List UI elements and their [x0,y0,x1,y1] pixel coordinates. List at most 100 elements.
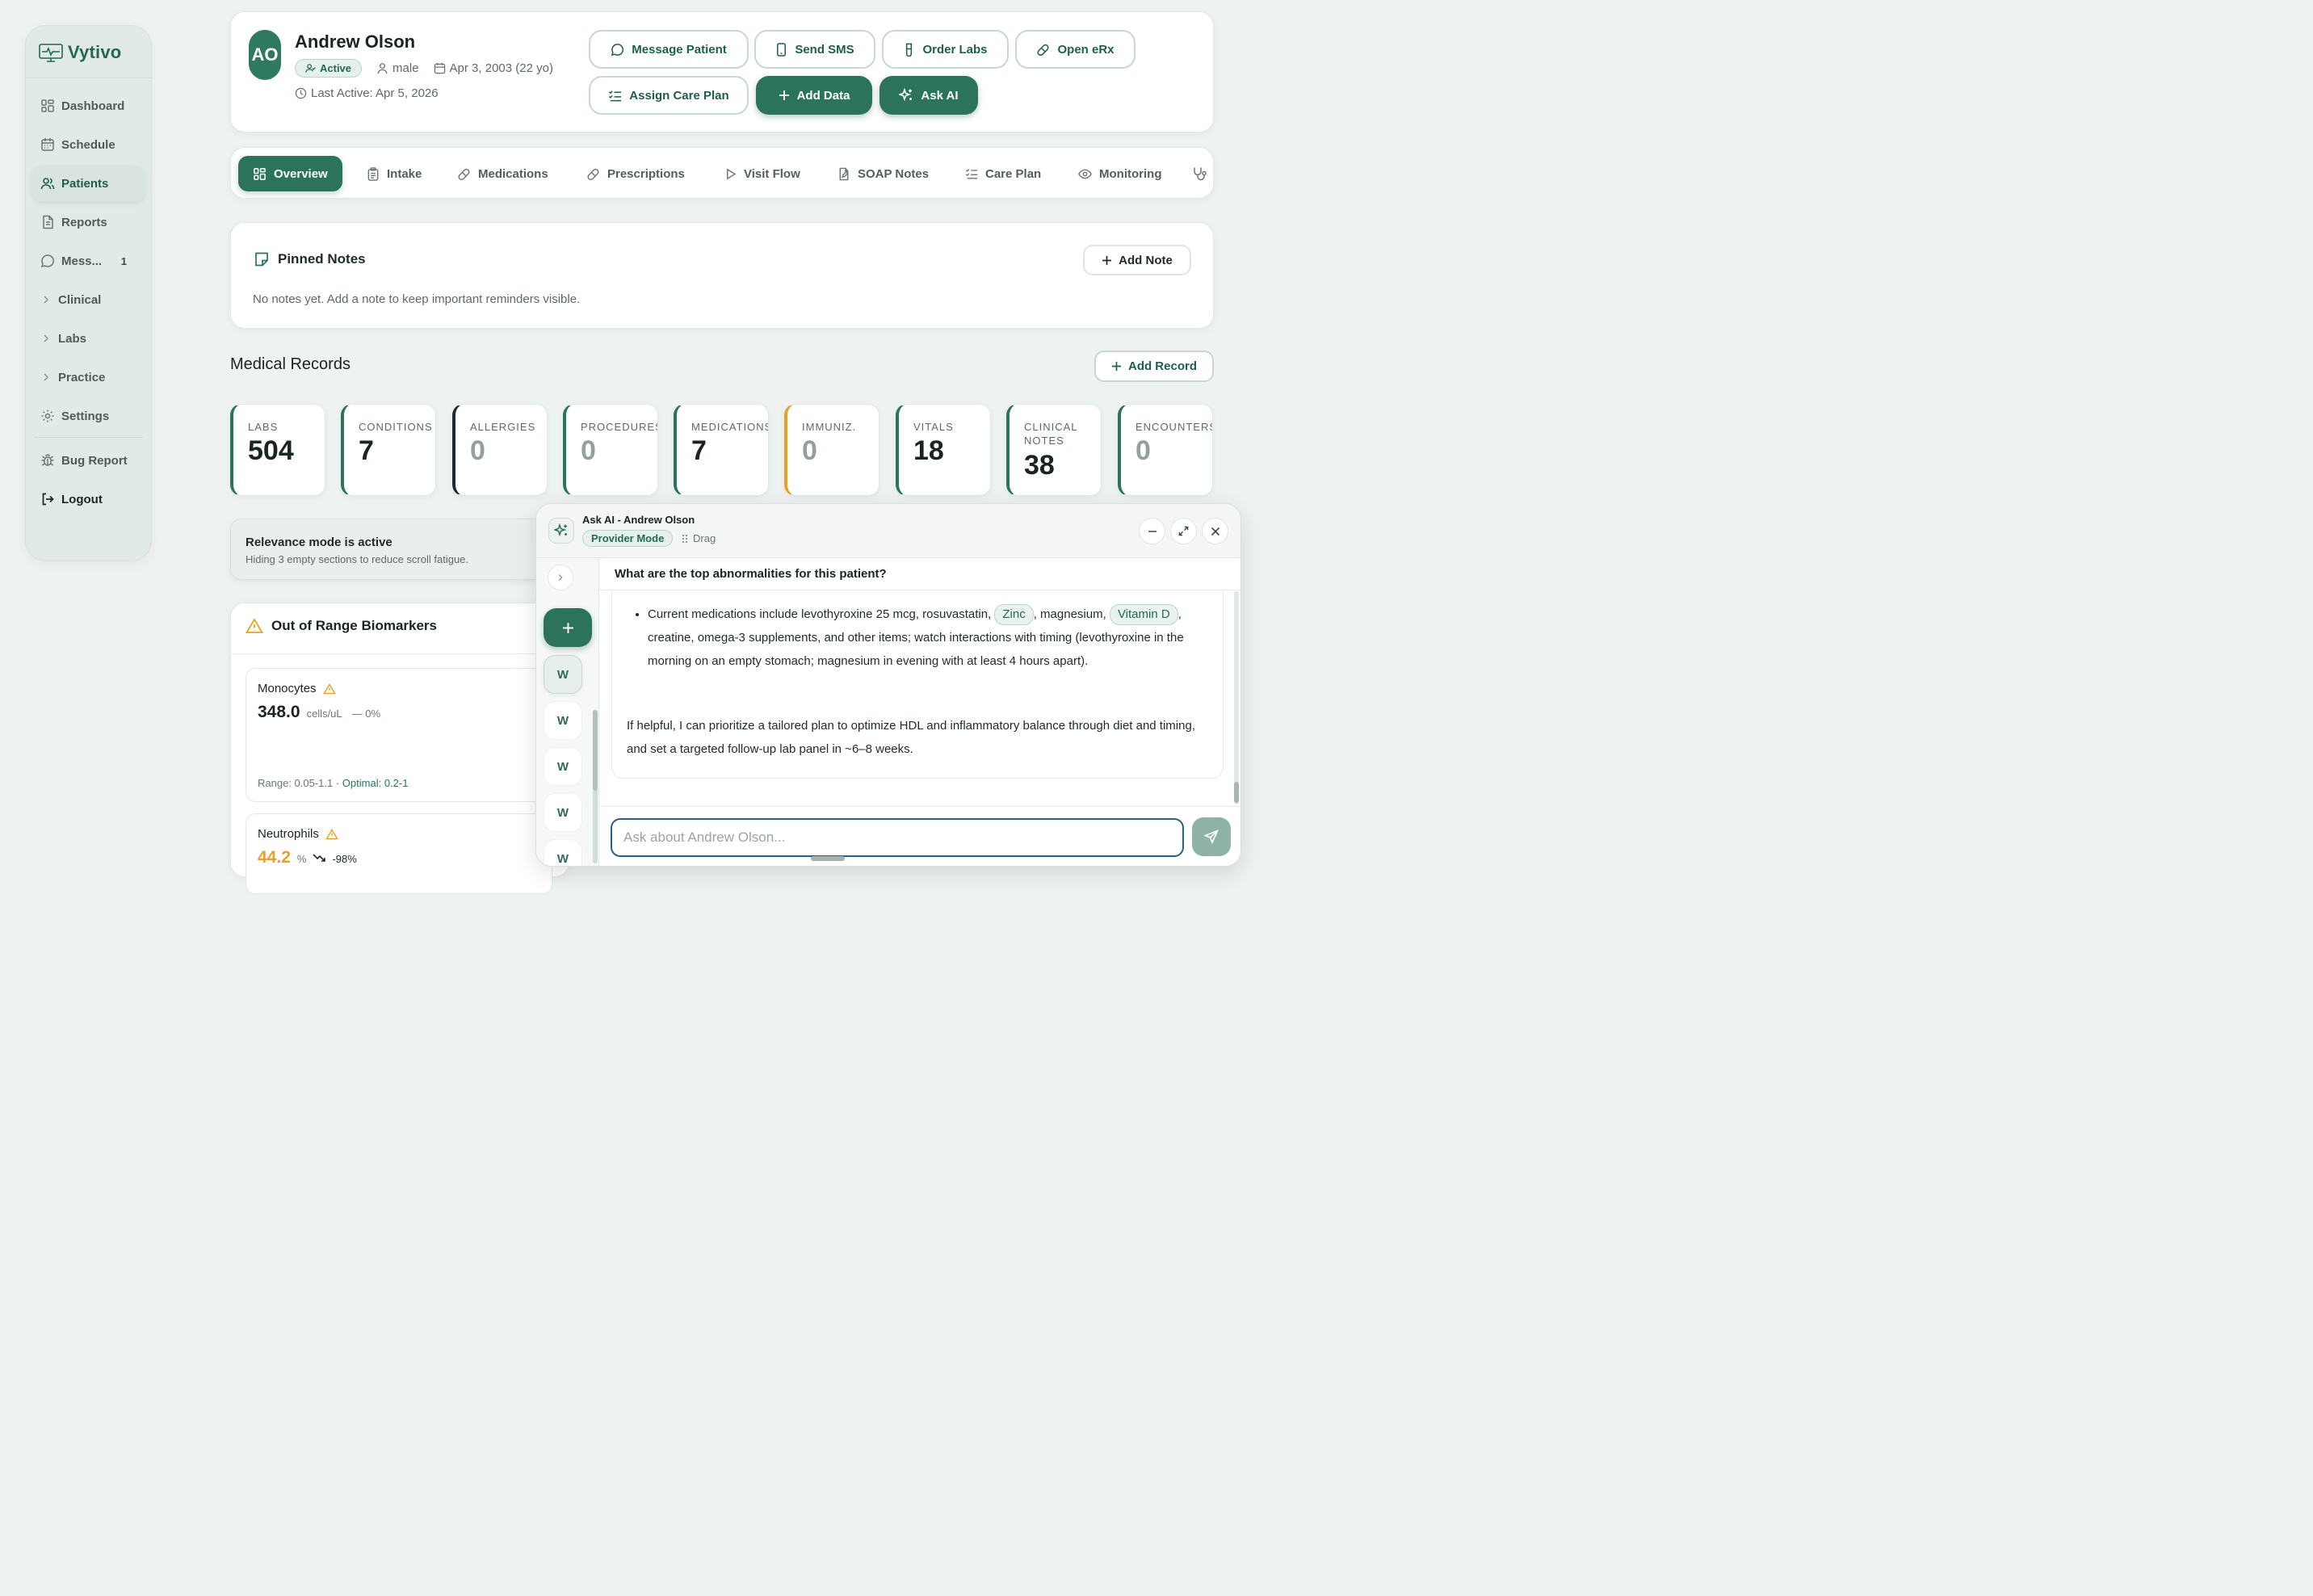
stat-card-procedures[interactable]: PROCEDURES 0 [563,404,658,496]
supplement-chip-zinc[interactable]: Zinc [994,604,1034,625]
close-button[interactable] [1202,518,1228,544]
biomarker-unit: cells/uL [306,708,342,720]
sidebar-item-patients[interactable]: Patients [32,166,145,201]
chat-session-item[interactable]: W [544,793,582,832]
expand-button[interactable] [1170,518,1197,544]
sidebar-item-logout[interactable]: Logout [32,481,145,517]
chat-session-item[interactable]: W [544,839,582,866]
tab-soap-notes[interactable]: SOAP Notes [823,156,943,191]
sidebar-item-labs[interactable]: Labs [32,321,145,356]
tab-medications[interactable]: Medications [443,156,563,191]
scrollbar-thumb[interactable] [593,710,598,791]
sidebar-scrollbar[interactable] [593,710,598,863]
sidebar-item-clinical[interactable]: Clinical [32,282,145,317]
sidebar-item-dashboard[interactable]: Dashboard [32,88,145,124]
chat-scrollbar[interactable] [1234,591,1239,804]
stat-label: LABS [248,421,279,433]
biomarker-value: 348.0 [258,703,300,721]
chat-session-item[interactable]: W [544,701,582,740]
sticky-note-icon [254,251,270,267]
chat-session-item[interactable]: W [544,655,582,694]
stat-card-labs[interactable]: LABS 504 [230,404,325,496]
add-data-button[interactable]: Add Data [756,76,872,115]
scrollbar-thumb[interactable] [1234,782,1239,803]
user-icon [376,62,388,74]
ask-ai-input[interactable] [611,818,1184,857]
sidebar-item-practice[interactable]: Practice [32,359,145,395]
send-button[interactable] [1192,817,1231,856]
response-paragraph: If helpful, I can prioritize a tailored … [627,719,1195,756]
stat-label: CONDITIONS [359,421,433,433]
sidebar-item-reports[interactable]: Reports [32,204,145,240]
biomarker-card-monocytes[interactable]: Monocytes 348.0 cells/uL — 0% Range: 0.0… [246,668,552,802]
chevron-right-icon [556,573,565,582]
provider-mode-badge[interactable]: Provider Mode [582,530,674,547]
add-record-button[interactable]: Add Record [1094,351,1214,382]
stat-card-encounters[interactable]: ENCOUNTERS 0 [1118,404,1213,496]
drag-handle[interactable]: Drag [682,532,716,544]
stat-label: VITALS [913,421,954,433]
tab-more[interactable] [1186,156,1213,191]
stat-card-vitals[interactable]: VITALS 18 [896,404,991,496]
add-note-button[interactable]: Add Note [1083,245,1191,275]
sidebar-item-bug-report[interactable]: Bug Report [32,443,145,478]
plus-icon [562,622,574,634]
sidebar-item-label: Schedule [61,137,115,152]
grip-icon [682,534,688,544]
chat-session-item[interactable]: W [544,747,582,786]
out-of-range-biomarkers: Out of Range Biomarkers Monocytes 348.0 … [230,603,569,894]
avatar: AO [249,30,281,80]
biomarker-value-row: 44.2 % -98% [258,848,357,867]
stat-card-allergies[interactable]: ALLERGIES 0 [452,404,548,496]
ask-ai-header[interactable]: Ask AI - Andrew Olson Provider Mode Drag [536,504,1240,558]
response-bullet-list: Current medications include levothyroxin… [632,603,1207,673]
assign-care-plan-button[interactable]: Assign Care Plan [589,76,749,115]
minimize-button[interactable] [1139,518,1165,544]
tab-monitoring[interactable]: Monitoring [1064,156,1176,191]
patient-name: Andrew Olson [295,32,416,52]
sidebar-item-label: Mess... [61,254,103,268]
warning-icon [246,618,263,634]
last-active: Last Active: Apr 5, 2026 [295,86,439,100]
clock-icon [295,87,307,99]
order-labs-button[interactable]: Order Labs [882,30,1009,69]
stat-value: 0 [581,435,596,466]
patient-meta: Active male Apr 3, 2003 (22 yo) [295,59,553,78]
message-patient-button[interactable]: Message Patient [589,30,749,69]
tab-visit-flow[interactable]: Visit Flow [710,156,815,191]
tab-care-plan[interactable]: Care Plan [951,156,1056,191]
biomarker-unit: % [296,853,307,865]
clipboard-icon [367,166,380,181]
ai-response-message: Current medications include levothyroxin… [611,591,1224,779]
minus-icon [1148,527,1157,536]
sidebar-item-schedule[interactable]: Schedule [32,127,145,162]
biomarker-value: 44.2 [258,848,291,867]
sidebar-item-label: Logout [61,492,103,506]
stat-card-medications[interactable]: MEDICATIONS 7 [674,404,769,496]
open-erx-button[interactable]: Open eRx [1015,30,1136,69]
brand[interactable]: Vytivo [26,26,151,78]
logout-icon [40,492,55,506]
stat-card-conditions[interactable]: CONDITIONS 7 [341,404,436,496]
ask-ai-button[interactable]: Ask AI [879,76,978,115]
collapse-toggle[interactable] [548,565,573,590]
tab-intake[interactable]: Intake [352,156,436,191]
stat-card-immunizations[interactable]: IMMUNIZ. 0 [784,404,879,496]
monitor-pulse-icon [39,43,63,62]
resize-handle[interactable] [811,856,845,861]
bug-icon [40,453,55,468]
calendar-icon [434,62,446,74]
supplement-chip-vitamin-d[interactable]: Vitamin D [1109,604,1178,625]
biomarker-card-neutrophils[interactable]: Neutrophils 44.2 % -98% [246,813,552,894]
new-chat-button[interactable] [544,608,592,647]
sidebar-item-messages[interactable]: Mess... 1 [32,243,145,279]
stethoscope-icon [1192,166,1207,181]
tab-overview[interactable]: Overview [238,156,342,191]
tab-prescriptions[interactable]: Prescriptions [572,156,699,191]
send-sms-button[interactable]: Send SMS [754,30,875,69]
play-icon [724,168,737,180]
eye-icon [1078,168,1092,180]
warning-icon [322,682,336,695]
sidebar-item-settings[interactable]: Settings [32,398,145,434]
stat-card-clinical-notes[interactable]: CLINICAL NOTES 38 [1006,404,1102,496]
